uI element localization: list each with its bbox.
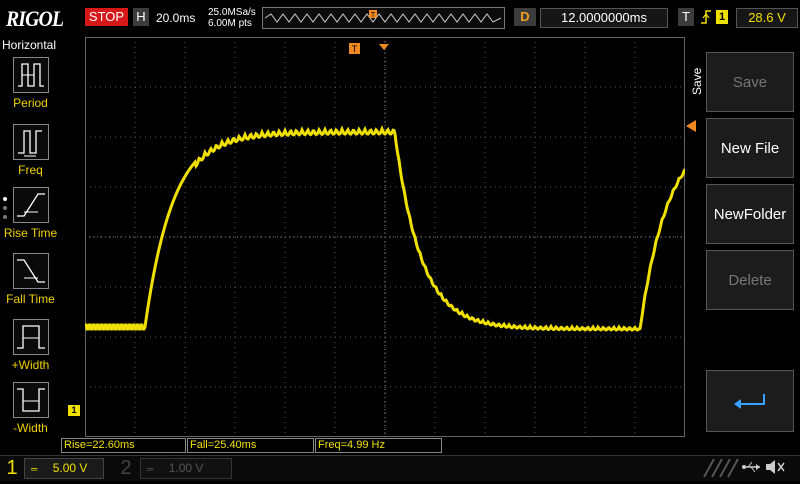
measurement-freq: Freq=4.99 Hz: [315, 438, 442, 453]
menu-label-freq: Freq: [18, 163, 43, 177]
menu-label-rise-time: Rise Time: [3, 226, 58, 240]
channel-2-scale[interactable]: ═ 1.00 V: [140, 458, 232, 479]
negative-width-icon: [12, 382, 49, 418]
menu-item-rise-time[interactable]: Rise Time: [0, 187, 61, 240]
trigger-level-arrow-icon: [686, 119, 696, 137]
menu-item-plus-width[interactable]: +Width: [0, 319, 61, 372]
menu-item-freq[interactable]: Freq: [0, 124, 61, 177]
new-folder-button[interactable]: NewFolder: [706, 184, 794, 244]
return-arrow-icon: [734, 394, 765, 410]
waveform-display[interactable]: [85, 37, 685, 437]
svg-text:T: T: [352, 44, 358, 54]
menu-item-fall-time[interactable]: Fall Time: [0, 253, 61, 306]
channel-2-number[interactable]: 2: [116, 456, 136, 480]
menu-label-minus-width: -Width: [13, 421, 48, 435]
menu-item-minus-width[interactable]: -Width: [0, 382, 61, 435]
trigger-label: T: [678, 8, 694, 26]
measurement-rise: Rise=22.60ms: [61, 438, 186, 453]
run-stop-button[interactable]: STOP: [85, 8, 128, 26]
channel-1-scale-value: 5.00 V: [52, 461, 88, 475]
trigger-position-arrow-icon: [379, 37, 389, 55]
rising-edge-icon: [700, 9, 712, 30]
channel-2-scale-value: 1.00 V: [168, 461, 204, 475]
menu-label-plus-width: +Width: [11, 358, 50, 372]
delay-value[interactable]: 12.0000000ms: [540, 8, 668, 28]
menu-label-fall-time: Fall Time: [6, 292, 55, 306]
freq-icon: [12, 124, 49, 160]
sound-muted-icon[interactable]: [764, 458, 786, 481]
dc-coupling-icon: ═: [147, 464, 154, 474]
dc-coupling-icon: ═: [31, 464, 38, 474]
sample-rate: 25.0MSa/s: [208, 7, 256, 18]
channel-1-number[interactable]: 1: [2, 456, 22, 480]
trigger-level-value[interactable]: 28.6 V: [736, 8, 798, 28]
new-file-button[interactable]: New File: [706, 118, 794, 178]
delete-button[interactable]: Delete: [706, 250, 794, 310]
trigger-position-marker: T: [349, 43, 361, 62]
menu-item-period[interactable]: Period: [0, 57, 61, 110]
rise-time-icon: [12, 187, 49, 223]
ch1-ground-marker[interactable]: 1: [68, 405, 80, 416]
fall-time-icon: [12, 253, 49, 289]
trigger-source-badge: 1: [716, 10, 728, 24]
memory-trigger-marker: T: [371, 12, 376, 19]
measurement-fall: Fall=25.40ms: [187, 438, 314, 453]
brand-logo: RIGOL: [6, 6, 64, 31]
right-menu-title: Save: [690, 67, 704, 95]
period-icon: [12, 57, 49, 93]
menu-label-period: Period: [13, 96, 48, 110]
timebase-value[interactable]: 20.0ms: [156, 11, 195, 25]
back-button[interactable]: [706, 370, 794, 432]
save-button[interactable]: Save: [706, 52, 794, 112]
left-menu-title: Horizontal: [2, 38, 57, 52]
page-dots-indicator: [2, 196, 8, 225]
memory-position-bar: T: [262, 7, 505, 29]
delay-label: D: [514, 8, 536, 26]
positive-width-icon: [12, 319, 49, 355]
memory-depth: 6.00M pts: [208, 18, 252, 29]
usb-icon: [742, 460, 762, 479]
horizontal-label: H: [133, 8, 149, 26]
channel-1-scale[interactable]: ═ 5.00 V: [24, 458, 104, 479]
